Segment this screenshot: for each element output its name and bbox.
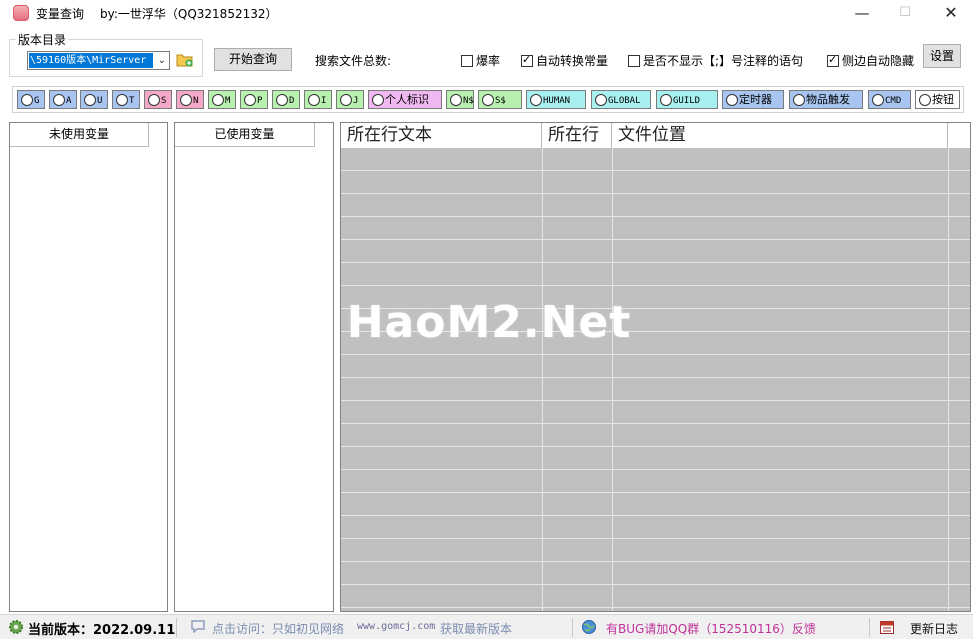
chat-icon — [191, 620, 205, 633]
radio-filter-15[interactable]: GLOBAL — [591, 90, 651, 109]
results-grid[interactable]: 所在行文本 所在行 文件位置 HaoM2.Net — [340, 122, 971, 612]
radio-filter-6[interactable]: M — [208, 90, 236, 109]
radio-filter-label: 定时器 — [739, 93, 772, 106]
unused-variables-header[interactable]: 未使用变量 — [10, 123, 149, 147]
status-separator — [869, 618, 870, 637]
radio-filter-label: P — [257, 96, 263, 106]
site-link[interactable]: www.gomcj.com — [357, 621, 435, 632]
checkbox-label: 自动转换常量 — [536, 54, 609, 68]
grid-column-divider — [612, 148, 613, 611]
radio-filter-8[interactable]: D — [272, 90, 300, 109]
checkbox-drop-rate[interactable]: 爆率 — [461, 52, 500, 69]
radio-filter-label: N — [193, 96, 199, 106]
checkbox-label: 侧边自动隐藏 — [842, 54, 915, 68]
app-icon — [13, 5, 29, 21]
maximize-button[interactable]: ☐ — [893, 2, 917, 24]
radio-filter-label: I — [321, 96, 327, 106]
bug-report-link[interactable]: 有BUG请加QQ群（152510116）反馈 — [606, 620, 816, 637]
radio-filter-3[interactable]: T — [112, 90, 140, 109]
column-file-location[interactable]: 文件位置 — [612, 123, 948, 148]
status-separator — [572, 618, 573, 637]
unused-variables-list[interactable]: 未使用变量 — [9, 122, 168, 612]
radio-filter-10[interactable]: J — [336, 90, 364, 109]
globe-icon — [582, 620, 596, 634]
window-author: by:一世浮华（QQ321852132） — [100, 7, 278, 21]
checkbox-box[interactable] — [461, 55, 473, 67]
radio-filter-16[interactable]: GUILD — [656, 90, 718, 109]
radio-filter-label: A — [66, 96, 72, 106]
checkbox-label: 是否不显示【;】号注释的语句 — [643, 54, 804, 68]
radio-filter-7[interactable]: P — [240, 90, 268, 109]
radio-filter-label: CMD — [885, 96, 902, 106]
path-value[interactable]: \59160版本\MirServer — [29, 53, 153, 68]
checkbox-box[interactable] — [827, 53, 839, 67]
checkbox-label: 爆率 — [476, 54, 501, 68]
minimize-button[interactable]: — — [850, 2, 874, 24]
column-line-text[interactable]: 所在行文本 — [341, 123, 542, 148]
grid-column-divider — [948, 148, 949, 611]
radio-filter-label: G — [34, 96, 40, 106]
visit-link[interactable]: 点击访问：只如初见网络 — [212, 620, 344, 637]
radio-filter-17[interactable]: 定时器 — [722, 90, 784, 109]
column-line-number[interactable]: 所在行 — [542, 123, 612, 148]
radio-filter-13[interactable]: S$ — [478, 90, 522, 109]
close-button[interactable]: ✕ — [939, 2, 963, 24]
radio-filter-label: GUILD — [673, 96, 701, 106]
radio-filter-label: U — [97, 96, 103, 106]
checkbox-auto-hide-side[interactable]: 侧边自动隐藏 — [827, 52, 914, 69]
radio-filter-label: S — [161, 96, 167, 106]
watermark: HaoM2.Net — [346, 297, 632, 348]
radio-filter-4[interactable]: S — [144, 90, 172, 109]
status-separator — [176, 618, 177, 637]
radio-filter-9[interactable]: I — [304, 90, 332, 109]
window-title: 变量查询 — [36, 7, 85, 21]
settings-button[interactable]: 设置 — [923, 44, 961, 68]
checkbox-auto-convert[interactable]: 自动转换常量 — [521, 52, 608, 69]
radio-filter-20[interactable]: 按钮 — [915, 90, 960, 109]
grid-header: 所在行文本 所在行 文件位置 — [341, 123, 970, 148]
radio-filter-label: S$ — [495, 96, 506, 106]
grid-rows[interactable] — [341, 148, 970, 611]
latest-version-link[interactable]: 获取最新版本 — [440, 620, 512, 637]
grid-column-divider — [542, 148, 543, 611]
radio-filter-label: J — [353, 96, 359, 106]
radio-filter-label: D — [289, 96, 295, 106]
radio-filter-label: M — [225, 96, 231, 106]
changelog-link[interactable]: 更新日志 — [910, 620, 958, 637]
path-combobox[interactable]: \59160版本\MirServer ⌄ — [27, 51, 170, 70]
calendar-icon — [880, 621, 894, 634]
radio-filter-19[interactable]: CMD — [868, 90, 911, 109]
title-bar: 变量查询 by:一世浮华（QQ321852132） — ☐ ✕ — [0, 0, 973, 28]
radio-filter-12[interactable]: N$ — [446, 90, 474, 109]
radio-filter-label: GLOBAL — [608, 96, 641, 106]
radio-filter-label: T — [129, 96, 135, 106]
radio-filter-label: 个人标识 — [385, 93, 429, 106]
radio-filter-2[interactable]: U — [80, 90, 108, 109]
radio-filter-label: 物品触发 — [806, 93, 850, 106]
radio-filter-11[interactable]: 个人标识 — [368, 90, 442, 109]
version-dir-label: 版本目录 — [16, 31, 69, 48]
radio-filter-label: HUMAN — [543, 96, 571, 106]
gear-icon — [9, 620, 23, 634]
radio-filter-14[interactable]: HUMAN — [526, 90, 586, 109]
used-variables-list[interactable]: 已使用变量 — [174, 122, 334, 612]
variable-type-filter: G A U T S N M P D I J 个人标识 N$ S$ HUMAN GLOBAL GUILD 定时器 物品… — [12, 86, 964, 113]
used-variables-header[interactable]: 已使用变量 — [175, 123, 315, 147]
radio-filter-0[interactable]: G — [17, 90, 45, 109]
checkbox-box[interactable] — [521, 53, 533, 67]
radio-filter-18[interactable]: 物品触发 — [789, 90, 863, 109]
radio-filter-5[interactable]: N — [176, 90, 204, 109]
start-query-button[interactable]: 开始查询 — [214, 48, 292, 71]
status-bar: 当前版本：2022.09.11 点击访问：只如初见网络 www.gomcj.co… — [0, 614, 973, 639]
checkbox-hide-comments[interactable]: 是否不显示【;】号注释的语句 — [628, 52, 803, 69]
radio-filter-label: 按钮 — [932, 93, 954, 106]
radio-filter-1[interactable]: A — [49, 90, 77, 109]
checkbox-box[interactable] — [628, 55, 640, 67]
folder-add-icon[interactable] — [176, 52, 194, 67]
current-version: 当前版本：2022.09.11 — [28, 623, 176, 638]
radio-filter-label: N$ — [463, 96, 474, 106]
search-total-label: 搜索文件总数: — [315, 54, 392, 68]
chevron-down-icon[interactable]: ⌄ — [158, 52, 166, 69]
